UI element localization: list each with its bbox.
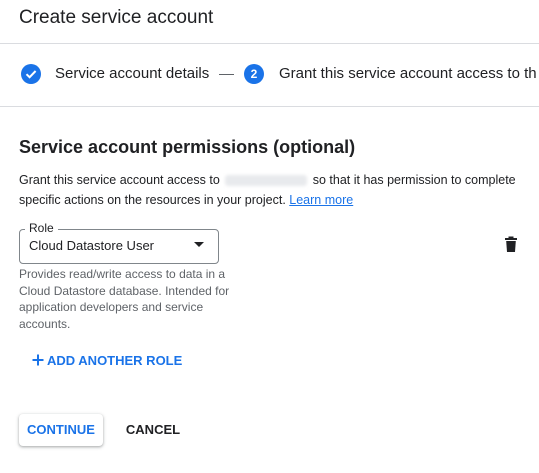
role-selected-value[interactable]: Cloud Datastore User xyxy=(29,238,154,253)
permissions-description: Grant this service account access to so … xyxy=(19,170,519,210)
page-header: Create service account xyxy=(0,0,539,44)
trash-icon xyxy=(505,236,517,252)
add-another-role-label: ADD ANOTHER ROLE xyxy=(47,353,183,368)
learn-more-link[interactable]: Learn more xyxy=(289,193,353,207)
step-separator xyxy=(219,74,234,75)
cancel-button[interactable]: CANCEL xyxy=(122,414,184,446)
page-title: Create service account xyxy=(19,7,214,28)
step-1-complete-indicator[interactable] xyxy=(21,64,41,84)
plus-icon xyxy=(32,354,44,366)
dropdown-arrow-icon[interactable] xyxy=(194,242,204,247)
continue-button[interactable]: CONTINUE xyxy=(19,414,103,446)
role-description-hint: Provides read/write access to data in a … xyxy=(19,267,230,331)
add-another-role-button[interactable]: ADD ANOTHER ROLE xyxy=(32,353,182,371)
section-heading: Service account permissions (optional) xyxy=(19,137,356,157)
stepper: Service account details 2 Grant this ser… xyxy=(0,44,539,107)
step-2-number[interactable]: 2 xyxy=(244,64,264,84)
check-circle-icon xyxy=(25,70,37,79)
description-text-start: Grant this service account access to xyxy=(19,173,220,187)
step-1-label[interactable]: Service account details xyxy=(55,65,209,82)
delete-role-button[interactable] xyxy=(500,233,522,255)
role-field-label: Role xyxy=(25,221,58,235)
redacted-service-account-name xyxy=(225,175,308,187)
step-2-label[interactable]: Grant this service account access to th xyxy=(279,65,537,82)
